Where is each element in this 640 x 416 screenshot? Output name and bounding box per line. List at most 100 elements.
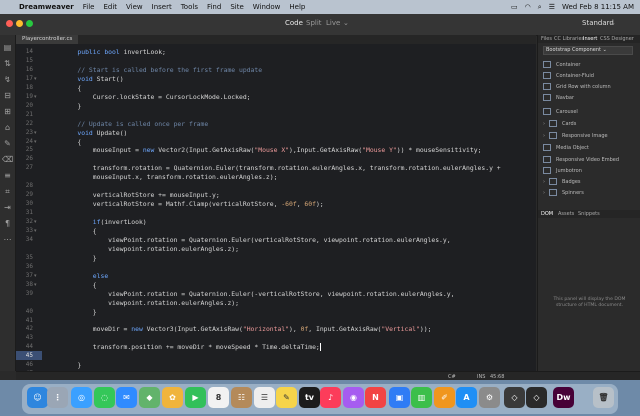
photos-icon[interactable]: ✿	[162, 387, 183, 408]
contacts-icon[interactable]: ☷	[231, 387, 252, 408]
menu-app-name[interactable]: Dreamweaver	[19, 3, 74, 11]
code-line[interactable]: verticalRotStore += mouseInput.y;	[62, 191, 220, 199]
code-line[interactable]: {	[62, 138, 81, 146]
code-line[interactable]: if(invertLook)	[62, 218, 147, 226]
code-line[interactable]: Cursor.lockState = CursorLockMode.Locked…	[62, 93, 251, 101]
calendar-icon[interactable]: 8	[208, 387, 229, 408]
system-preferences-icon[interactable]: ⚙	[479, 387, 500, 408]
unity-hub-icon[interactable]: ◇	[504, 387, 525, 408]
code-line[interactable]: mouseInput = new Vector2(Input.GetAxisRa…	[62, 146, 482, 154]
insert-item[interactable]: Carousel	[543, 108, 578, 115]
remove-comment-icon[interactable]: ⌫	[2, 155, 13, 165]
fold-toggle-icon[interactable]: ▾	[34, 219, 37, 225]
fold-toggle-icon[interactable]: ▾	[34, 94, 37, 100]
code-line[interactable]: viewpoint.rotation.eulerAngles.z);	[62, 245, 239, 253]
code-line[interactable]: else	[62, 272, 108, 280]
code-view-button[interactable]: Code	[285, 19, 303, 27]
workspace-dropdown-icon[interactable]: ⌄	[610, 19, 616, 27]
insert-item[interactable]: Media Object	[543, 144, 589, 151]
indent-icon[interactable]: ⇥	[2, 203, 13, 213]
menu-site[interactable]: Site	[230, 3, 243, 11]
fold-toggle-icon[interactable]: ▾	[34, 76, 37, 82]
apply-comment-icon[interactable]: ✎	[2, 139, 13, 149]
fold-toggle-icon[interactable]: ▾	[34, 273, 37, 279]
live-view-button[interactable]: Live	[326, 19, 340, 27]
insert-item[interactable]: Navbar	[543, 94, 574, 101]
menu-tools[interactable]: Tools	[181, 3, 198, 11]
code-line[interactable]: verticalRotStore = Mathf.Clamp(verticalR…	[62, 200, 324, 208]
insert-item[interactable]: Container	[543, 61, 580, 68]
pages-icon[interactable]: ✐	[434, 387, 455, 408]
facetime-icon[interactable]: ▶	[185, 387, 206, 408]
dreamweaver-icon[interactable]: Dw	[553, 387, 574, 408]
code-line[interactable]: void Update()	[62, 129, 127, 137]
code-line[interactable]: {	[62, 281, 97, 289]
code-line[interactable]: void Start()	[62, 75, 123, 83]
safari-icon[interactable]: ◎	[71, 387, 92, 408]
menu-file[interactable]: File	[83, 3, 95, 11]
expand-icon[interactable]: ⊞	[2, 107, 13, 117]
fold-toggle-icon[interactable]: ▾	[34, 130, 37, 136]
code-line[interactable]: // Start is called before the first fram…	[62, 66, 262, 74]
maps-icon[interactable]: ◆	[139, 387, 160, 408]
podcasts-icon[interactable]: ◉	[343, 387, 364, 408]
music-icon[interactable]: ♪	[320, 387, 341, 408]
keynote-icon[interactable]: ▣	[389, 387, 410, 408]
format-source-icon[interactable]: ¶	[2, 219, 13, 229]
code-line[interactable]: }	[62, 308, 97, 316]
code-line[interactable]: // Update is called once per frame	[62, 120, 208, 128]
fold-toggle-icon[interactable]: ▾	[34, 228, 37, 234]
tab-css-designer[interactable]: CSS Designer	[600, 36, 634, 42]
code-line[interactable]: {	[62, 227, 97, 235]
insert-item[interactable]: › Badges	[543, 178, 581, 185]
notes-icon[interactable]: ✎	[276, 387, 297, 408]
menubar-clock[interactable]: Wed Feb 8 11:15 AM	[562, 3, 634, 11]
select-parent-tag-icon[interactable]: ⌂	[2, 123, 13, 133]
insert-item[interactable]: › Spinners	[543, 189, 584, 196]
news-icon[interactable]: N	[365, 387, 386, 408]
reminders-icon[interactable]: ☰	[254, 387, 275, 408]
numbers-icon[interactable]: ▥	[411, 387, 432, 408]
trash-icon[interactable]: 🗑	[593, 387, 614, 408]
tv-icon[interactable]: tv	[299, 387, 320, 408]
insert-item[interactable]: Responsive Video Embed	[543, 156, 619, 163]
code-line[interactable]: mouseInput.x, transform.rotation.eulerAn…	[62, 173, 278, 181]
insert-item[interactable]: Container-Fluid	[543, 72, 594, 79]
tab-snippets[interactable]: Snippets	[578, 211, 600, 217]
battery-icon[interactable]: ▭	[511, 3, 518, 11]
wifi-icon[interactable]: ◠	[525, 3, 531, 11]
launchpad-icon[interactable]: ⋮	[47, 387, 68, 408]
code-editor[interactable]: 14 15 16 17 ▾ 18 19 ▾ 20 21 22 23 ▾ 24 ▾ 25 26 27 28 29 30 31…	[16, 44, 536, 371]
tab-dom[interactable]: DOM	[541, 211, 553, 217]
tab-playercontroller[interactable]: Playercontroller.cs	[16, 35, 79, 44]
code-line[interactable]: public bool invertLook;	[62, 48, 166, 56]
search-icon[interactable]: ⌕	[538, 3, 542, 12]
minimize-window-button[interactable]	[16, 20, 23, 27]
mail-icon[interactable]: ✉	[116, 387, 137, 408]
code-line[interactable]: moveDir = new Vector3(Input.GetAxisRaw("…	[62, 325, 432, 333]
control-center-icon[interactable]: ☰	[549, 3, 555, 11]
fold-toggle-icon[interactable]: ▾	[34, 139, 37, 145]
collapse-icon[interactable]: ⊟	[2, 91, 13, 101]
code-line[interactable]: transform.position += moveDir * moveSpee…	[62, 343, 321, 352]
customize-toolbar-icon[interactable]: ⋯	[2, 235, 13, 245]
unity-icon[interactable]: ◇	[526, 387, 547, 408]
recent-snippets-icon[interactable]: ⌗	[2, 187, 13, 197]
finder-icon[interactable]: ☺	[27, 387, 48, 408]
menu-find[interactable]: Find	[207, 3, 221, 11]
messages-icon[interactable]: ◌	[94, 387, 115, 408]
close-window-button[interactable]	[6, 20, 13, 27]
wrap-tag-icon[interactable]: ≡	[2, 171, 13, 181]
menu-help[interactable]: Help	[289, 3, 305, 11]
code-line[interactable]: transform.rotation = Quaternion.Euler(tr…	[62, 164, 501, 172]
live-dropdown-icon[interactable]: ⌄	[343, 19, 349, 27]
zoom-window-button[interactable]	[26, 20, 33, 27]
insert-item[interactable]: › Cards	[543, 120, 576, 127]
code-line[interactable]: {	[62, 84, 81, 92]
tab-insert[interactable]: Insert	[583, 36, 597, 42]
insert-item[interactable]: › Responsive Image	[543, 132, 608, 139]
open-documents-icon[interactable]: ▤	[2, 43, 13, 53]
code-line[interactable]: }	[62, 102, 81, 110]
code-line[interactable]: }	[62, 361, 81, 369]
insert-item[interactable]: Jumbotron	[543, 167, 582, 174]
